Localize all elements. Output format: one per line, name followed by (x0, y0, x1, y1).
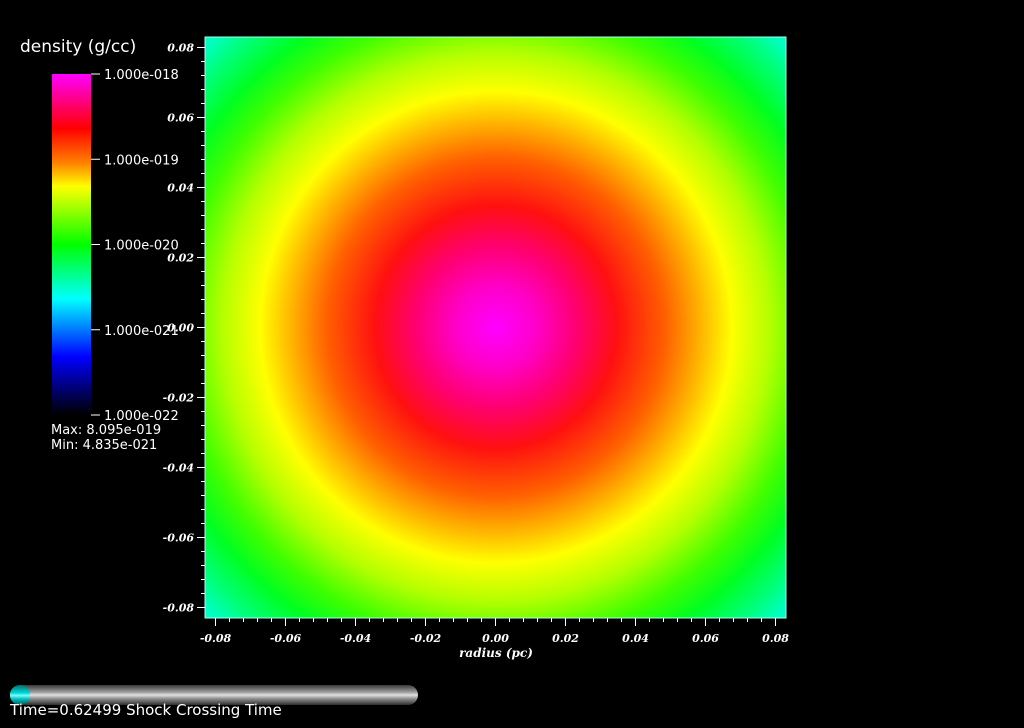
y-tick-label: -0.02 (163, 392, 195, 405)
legend-title: density (g/cc) (20, 37, 137, 57)
x-axis-label: radius (pc) (459, 646, 533, 660)
x-tick-label: 0.06 (692, 632, 719, 645)
x-axis: -0.08 -0.06 -0.04 -0.02 0.00 0.02 0.04 0.06 0.08 (200, 618, 789, 645)
x-tick-label: -0.08 (200, 632, 232, 645)
colorbar (52, 74, 91, 415)
max-value-label: Max: 8.095e-019 (51, 423, 162, 438)
x-tick-label: 0.04 (622, 632, 649, 645)
colorbar-tick-label: 1.000e-018 (104, 68, 179, 83)
x-tick-label: -0.04 (340, 632, 371, 645)
x-tick-label: 0.08 (762, 632, 789, 645)
y-tick-label: 0.08 (167, 42, 194, 55)
colorbar-tick-label: 1.000e-021 (104, 324, 179, 339)
y-tick-label: 0.04 (167, 182, 194, 195)
density-field (205, 37, 786, 618)
time-label: Time=0.62499 Shock Crossing Time (10, 701, 282, 719)
x-tick-label: -0.02 (410, 632, 442, 645)
x-tick-label: 0.00 (482, 632, 509, 645)
colorbar-tick-label: 1.000e-019 (104, 153, 179, 168)
y-tick-label: 0.06 (167, 112, 194, 125)
y-tick-label: -0.08 (163, 602, 195, 615)
y-tick-label: -0.06 (163, 532, 195, 545)
x-tick-label: -0.06 (270, 632, 302, 645)
colorbar-tick-label: 1.000e-022 (104, 409, 179, 424)
colorbar-tick-label: 1.000e-020 (104, 239, 179, 254)
colorbar-ticks: 1.000e-018 1.000e-019 1.000e-020 1.000e-021… (91, 68, 179, 424)
x-tick-label: 0.02 (552, 632, 579, 645)
min-value-label: Min: 4.835e-021 (51, 438, 158, 453)
y-tick-label: -0.04 (163, 462, 194, 475)
density-plot: -0.08 -0.06 -0.04 -0.02 0.00 0.02 0.04 0.06 0.08… (52, 36, 789, 660)
